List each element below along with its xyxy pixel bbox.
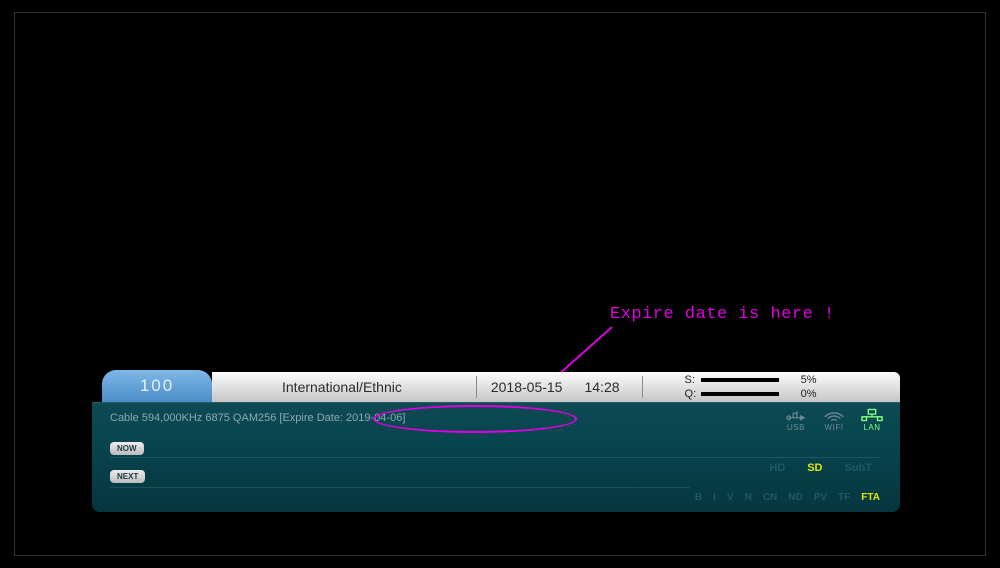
channel-number-tab[interactable]: 100 bbox=[102, 370, 212, 402]
flag-pv: PV bbox=[814, 492, 827, 503]
flag-fta: FTA bbox=[861, 492, 880, 503]
cable-info: Cable 594,000KHz 6875 QAM256 bbox=[110, 412, 276, 424]
flag-v: V bbox=[727, 492, 734, 503]
osd-panel: 100 International/Ethnic 2018-05-15 14:2… bbox=[92, 370, 900, 530]
quality-label: Q: bbox=[685, 388, 701, 400]
wifi-icon: WIFI bbox=[820, 408, 848, 432]
flag-n: N bbox=[745, 492, 752, 503]
annotation-ellipse bbox=[373, 405, 577, 433]
flag-cn: CN bbox=[763, 492, 777, 503]
flag-i: I bbox=[713, 492, 716, 503]
flag-b: B bbox=[695, 492, 702, 503]
signal-label: S: bbox=[685, 374, 701, 386]
signal-value: 5% bbox=[791, 374, 817, 386]
quality-tags: HD SD SubT bbox=[769, 462, 872, 474]
channel-name: International/Ethnic bbox=[282, 379, 402, 395]
tuning-info-line: Cable 594,000KHz 6875 QAM256 [Expire Dat… bbox=[110, 412, 405, 424]
tag-sd: SD bbox=[807, 462, 822, 474]
osd-body: Cable 594,000KHz 6875 QAM256 [Expire Dat… bbox=[92, 402, 900, 512]
tag-hd: HD bbox=[769, 462, 785, 474]
usb-icon: USB bbox=[782, 408, 810, 432]
osd-header: International/Ethnic 2018-05-15 14:28 S:… bbox=[212, 372, 900, 402]
annotation-text: Expire date is here ! bbox=[610, 305, 835, 324]
signal-quality-block: S: 5% Q: 0% bbox=[685, 375, 817, 400]
quality-bar bbox=[701, 392, 779, 396]
flag-row: B I V N CN ND PV TF FTA bbox=[695, 492, 880, 503]
flag-nd: ND bbox=[788, 492, 802, 503]
next-pill[interactable]: NEXT bbox=[110, 470, 145, 483]
lan-icon: LAN bbox=[858, 408, 886, 432]
signal-bar bbox=[701, 378, 779, 382]
tag-subt: SubT bbox=[845, 462, 873, 474]
date-text: 2018-05-15 bbox=[491, 379, 563, 395]
quality-value: 0% bbox=[791, 388, 817, 400]
flag-tf: TF bbox=[838, 492, 850, 503]
now-pill[interactable]: NOW bbox=[110, 442, 144, 455]
time-text: 14:28 bbox=[584, 379, 619, 395]
